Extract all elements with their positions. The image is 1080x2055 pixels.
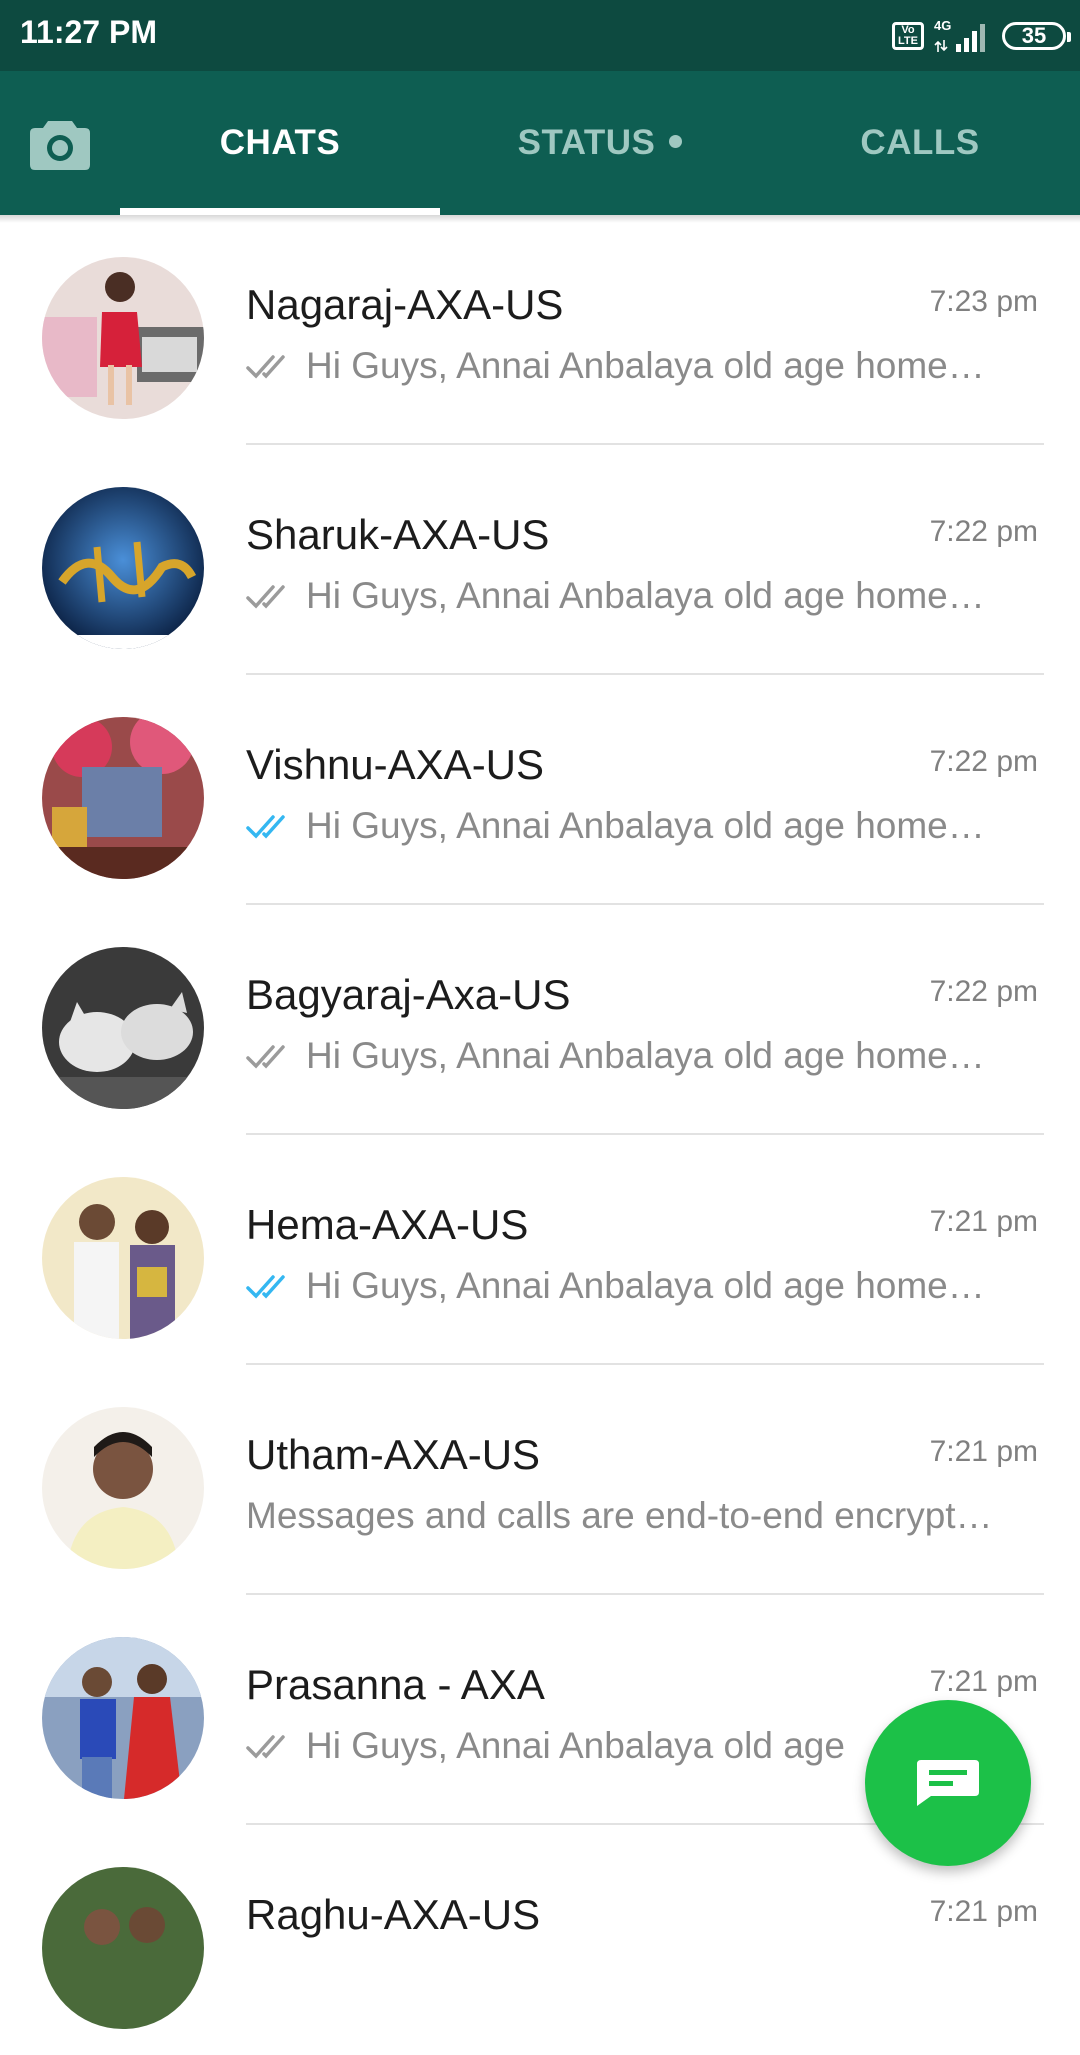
chat-time: 7:23 pm — [929, 285, 1038, 318]
chat-time: 7:21 pm — [929, 1205, 1038, 1238]
active-tab-indicator — [120, 208, 440, 215]
avatar[interactable] — [42, 1177, 204, 1339]
chat-row[interactable]: Utham-AXA-US 7:21 pm Messages and calls … — [0, 1365, 1080, 1595]
double-tick-read-icon — [246, 1275, 285, 1299]
status-bar: 11:27 PM Vo LTE 4G 35 — [0, 0, 1080, 71]
double-tick-read-icon — [246, 815, 285, 839]
double-tick-icon — [246, 355, 285, 379]
chat-preview-text: Hi Guys, Annai Anbalaya old age home… — [306, 1265, 985, 1306]
chat-row[interactable]: Sharuk-AXA-US 7:22 pm Hi Guys, Annai Anb… — [0, 445, 1080, 675]
tab-status[interactable]: STATUS — [440, 71, 760, 215]
status-unread-dot — [669, 134, 683, 148]
new-chat-icon — [917, 1760, 979, 1806]
avatar[interactable] — [42, 1637, 204, 1799]
avatar[interactable] — [42, 717, 204, 879]
signal-icon: 4G — [934, 18, 992, 54]
volte-bottom-label: LTE — [898, 35, 918, 47]
chat-name: Hema-AXA-US — [246, 1201, 529, 1248]
chat-row[interactable]: Hema-AXA-US 7:21 pm Hi Guys, Annai Anbal… — [0, 1135, 1080, 1365]
chat-name: Bagyaraj-Axa-US — [246, 971, 571, 1018]
double-tick-icon — [246, 1735, 285, 1759]
volte-icon: Vo LTE — [892, 22, 924, 50]
tab-calls-label: CALLS — [860, 123, 980, 162]
tab-status-label: STATUS — [517, 123, 656, 162]
chat-preview-text: Hi Guys, Annai Anbalaya old age home… — [306, 345, 985, 386]
double-tick-icon — [246, 1045, 285, 1069]
chat-preview-text: Hi Guys, Annai Anbalaya old age — [306, 1725, 845, 1766]
chat-name: Sharuk-AXA-US — [246, 511, 550, 558]
chat-preview: Hi Guys, Annai Anbalaya old age home… — [246, 575, 1016, 617]
tab-chats-label: CHATS — [219, 123, 341, 162]
avatar[interactable] — [42, 257, 204, 419]
battery-icon: 35 — [1002, 22, 1071, 50]
header-shadow — [0, 215, 1080, 223]
avatar[interactable] — [42, 487, 204, 649]
chat-time: 7:22 pm — [929, 975, 1038, 1008]
chat-preview: Hi Guys, Annai Anbalaya old age home… — [246, 345, 1016, 387]
chat-time: 7:21 pm — [929, 1435, 1038, 1468]
chat-time: 7:21 pm — [929, 1665, 1038, 1698]
chat-preview-text: Hi Guys, Annai Anbalaya old age home… — [306, 805, 985, 846]
chat-name: Prasanna - AXA — [246, 1661, 545, 1708]
chat-time: 7:22 pm — [929, 745, 1038, 778]
chat-row[interactable]: Vishnu-AXA-US 7:22 pm Hi Guys, Annai Anb… — [0, 675, 1080, 905]
chat-preview-text: Messages and calls are end-to-end encryp… — [246, 1495, 993, 1536]
double-tick-icon — [246, 585, 285, 609]
avatar[interactable] — [42, 1407, 204, 1569]
chat-name: Vishnu-AXA-US — [246, 741, 545, 788]
avatar[interactable] — [42, 947, 204, 1109]
chat-preview-text: Hi Guys, Annai Anbalaya old age home… — [306, 575, 985, 616]
new-chat-button[interactable] — [865, 1700, 1031, 1866]
status-time: 11:27 PM — [20, 14, 157, 50]
chat-preview: Hi Guys, Annai Anbalaya old age home… — [246, 1035, 1016, 1077]
chat-row[interactable]: Nagaraj-AXA-US 7:23 pm Hi Guys, Annai An… — [0, 215, 1080, 445]
chat-row[interactable]: Bagyaraj-Axa-US 7:22 pm Hi Guys, Annai A… — [0, 905, 1080, 1135]
chat-preview: Hi Guys, Annai Anbalaya old age home… — [246, 1265, 1016, 1307]
chat-name: Nagaraj-AXA-US — [246, 281, 564, 328]
chat-name: Utham-AXA-US — [246, 1431, 541, 1478]
chat-preview: Messages and calls are end-to-end encryp… — [246, 1495, 1016, 1537]
app-header: CHATS STATUS CALLS — [0, 71, 1080, 215]
camera-icon[interactable] — [30, 115, 90, 171]
chat-preview: Hi Guys, Annai Anbalaya old age home… — [246, 805, 1016, 847]
tab-chats[interactable]: CHATS — [120, 71, 440, 215]
status-icons: Vo LTE 4G 35 — [892, 16, 1071, 56]
chat-time: 7:22 pm — [929, 515, 1038, 548]
chat-time: 7:21 pm — [929, 1895, 1038, 1928]
battery-level: 35 — [1021, 23, 1047, 48]
tab-calls[interactable]: CALLS — [760, 71, 1080, 215]
avatar[interactable] — [42, 1867, 204, 2029]
chat-preview-text: Hi Guys, Annai Anbalaya old age home… — [306, 1035, 985, 1076]
chat-name: Raghu-AXA-US — [246, 1891, 541, 1938]
